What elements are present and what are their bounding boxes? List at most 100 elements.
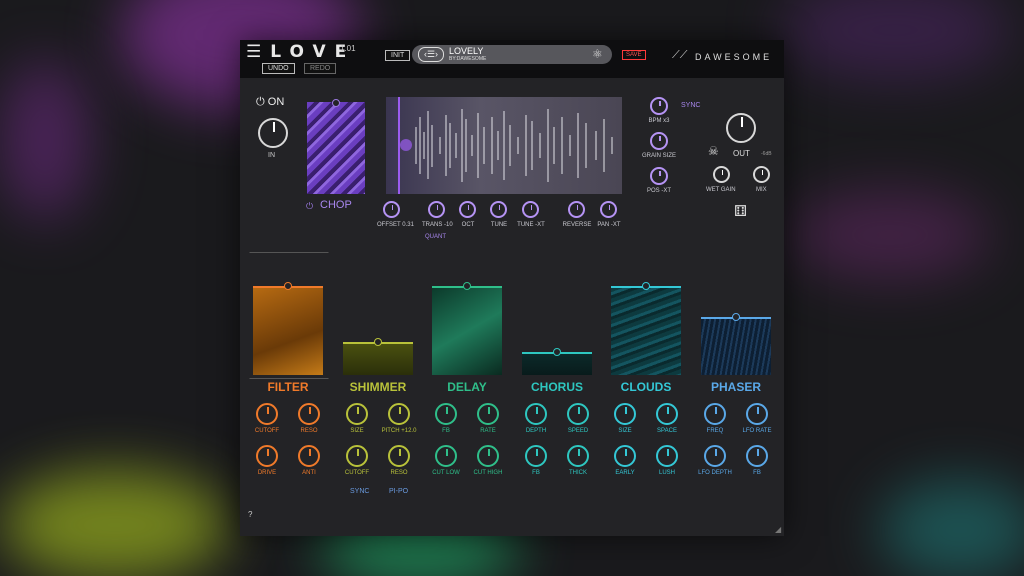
- init-button[interactable]: INIT: [385, 50, 411, 61]
- effect-knob-label: LUSH: [658, 470, 675, 476]
- effect-knob[interactable]: [435, 403, 457, 425]
- chop-power-icon[interactable]: ⏻: [306, 201, 313, 212]
- sample-knob[interactable]: [490, 201, 507, 218]
- sync-label[interactable]: SYNC: [681, 102, 700, 109]
- effect-knob-label: ANTI: [302, 470, 316, 476]
- atom-icon[interactable]: ⚛: [592, 47, 603, 61]
- sample-knob[interactable]: [600, 201, 617, 218]
- sample-knob[interactable]: [459, 201, 476, 218]
- sample-knob-label: OFFSET 0.31: [377, 222, 414, 228]
- chop-image[interactable]: [307, 102, 365, 194]
- effect-knob[interactable]: [525, 403, 547, 425]
- effect-knob-label: EARLY: [615, 470, 635, 476]
- sample-knob[interactable]: [522, 201, 539, 218]
- effect-image[interactable]: [253, 286, 323, 375]
- input-label: IN: [268, 152, 275, 159]
- save-button[interactable]: SAVE: [622, 50, 646, 60]
- effect-knob[interactable]: [346, 445, 368, 467]
- effect-name[interactable]: FILTER: [243, 380, 333, 394]
- skull-icon[interactable]: ☠: [708, 144, 719, 158]
- output-db: -6dB: [761, 151, 772, 157]
- waveform-display[interactable]: [386, 97, 622, 194]
- effect-knob[interactable]: [614, 403, 636, 425]
- effect-knob-label: DRIVE: [257, 470, 277, 476]
- effect-knob[interactable]: [435, 445, 457, 467]
- preset-selector[interactable]: ‹☰› LOVELY BY:DAWESOME ⚛: [412, 45, 612, 64]
- effect-knob-label: FREQ: [706, 428, 724, 434]
- effect-knob[interactable]: [704, 445, 726, 467]
- sample-knob[interactable]: [428, 201, 445, 218]
- effect-knob[interactable]: [567, 403, 589, 425]
- sample-knob-label: REVERSE: [562, 222, 592, 228]
- delay-sync-label[interactable]: SYNC: [350, 488, 369, 495]
- effect-knob[interactable]: [525, 445, 547, 467]
- preset-browse-icon[interactable]: ‹☰›: [418, 47, 444, 62]
- effect-knob-label: CUT HIGH: [473, 470, 503, 476]
- effect-knob-label: FB: [442, 428, 450, 434]
- effect-knob[interactable]: [656, 403, 678, 425]
- effect-knob[interactable]: [567, 445, 589, 467]
- effect-knob[interactable]: [388, 445, 410, 467]
- effect-knob-label: THICK: [569, 470, 587, 476]
- effect-name[interactable]: CHORUS: [512, 380, 602, 394]
- effect-knob[interactable]: [746, 403, 768, 425]
- brand-name: DAWESOME: [695, 52, 773, 62]
- wet-gain-knob[interactable]: [713, 166, 730, 183]
- effect-level-handle[interactable]: [553, 348, 561, 356]
- delay-pipo-label[interactable]: PI-PO: [389, 488, 408, 495]
- position-marker[interactable]: [400, 139, 412, 151]
- effect-image[interactable]: [701, 317, 771, 375]
- effect-knob[interactable]: [298, 403, 320, 425]
- effect-name[interactable]: CLOUDS: [601, 380, 691, 394]
- effect-image[interactable]: [432, 286, 502, 375]
- sample-knob-label: TUNE: [490, 222, 508, 228]
- sample-knob-label: TUNE -XT: [517, 222, 545, 228]
- effect-knob[interactable]: [656, 445, 678, 467]
- sample-knob[interactable]: [568, 201, 585, 218]
- effect-knob-label: RESO: [300, 428, 318, 434]
- right-col-knob[interactable]: [650, 97, 668, 115]
- effect-image[interactable]: [611, 286, 681, 375]
- right-col-knob[interactable]: [650, 167, 668, 185]
- effect-knob[interactable]: [388, 403, 410, 425]
- effect-level-handle[interactable]: [284, 282, 292, 290]
- sample-knob[interactable]: [383, 201, 400, 218]
- effect-name[interactable]: DELAY: [422, 380, 512, 394]
- effect-level-handle[interactable]: [732, 313, 740, 321]
- effect-level-handle[interactable]: [463, 282, 471, 290]
- dice-icon[interactable]: ⚅: [734, 202, 747, 220]
- effect-knob-label: DEPTH: [525, 428, 547, 434]
- output-knob[interactable]: [726, 113, 756, 143]
- help-button[interactable]: ?: [248, 510, 252, 519]
- effect-knob-label: FB: [753, 470, 761, 476]
- mix-knob[interactable]: [753, 166, 770, 183]
- right-col-knob[interactable]: [650, 132, 668, 150]
- right-col-knob-label: POS -XT: [646, 188, 671, 194]
- preset-name: LOVELY: [449, 46, 484, 56]
- effect-level-handle[interactable]: [642, 282, 650, 290]
- power-toggle[interactable]: ⏻ ON: [256, 96, 284, 109]
- effect-knob-label: SPACE: [657, 428, 677, 434]
- effect-knob[interactable]: [298, 445, 320, 467]
- effect-knob[interactable]: [746, 445, 768, 467]
- effect-knob-label: LFO DEPTH: [698, 470, 732, 476]
- chop-label[interactable]: CHOP: [320, 199, 352, 211]
- effect-knob-label: FB: [532, 470, 540, 476]
- effect-knob[interactable]: [477, 403, 499, 425]
- effect-image[interactable]: [343, 342, 413, 375]
- effect-knob[interactable]: [256, 403, 278, 425]
- undo-button[interactable]: UNDO: [262, 63, 295, 74]
- effect-knob[interactable]: [477, 445, 499, 467]
- effect-name[interactable]: SHIMMER: [333, 380, 423, 394]
- input-knob[interactable]: [258, 118, 288, 148]
- effect-level-handle[interactable]: [374, 338, 382, 346]
- chop-handle[interactable]: [332, 99, 340, 107]
- effect-knob[interactable]: [704, 403, 726, 425]
- effect-knob[interactable]: [614, 445, 636, 467]
- redo-button[interactable]: REDO: [304, 63, 337, 74]
- effect-knob[interactable]: [346, 403, 368, 425]
- effect-name[interactable]: PHASER: [691, 380, 781, 394]
- effect-knob[interactable]: [256, 445, 278, 467]
- quant-label[interactable]: QUANT: [425, 234, 446, 240]
- resize-handle-icon[interactable]: ◢: [775, 525, 781, 534]
